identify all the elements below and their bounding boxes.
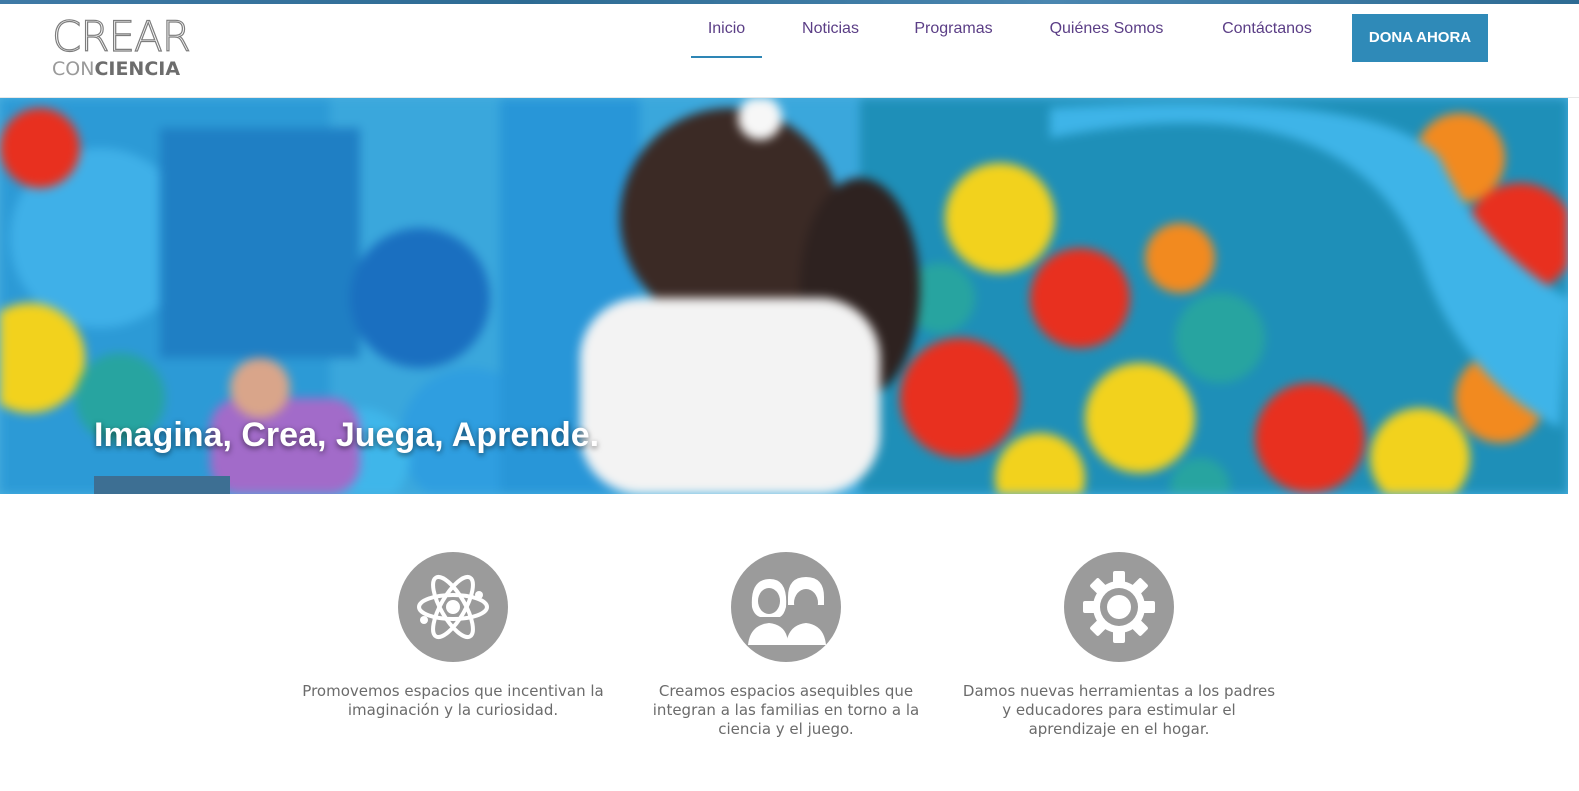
feature-tools: Damos nuevas herramientas a los padres y… bbox=[959, 552, 1279, 739]
logo-conciencia-text: CONCIENCIA bbox=[52, 58, 181, 80]
feature-text: Promovemos espacios que incentivan la im… bbox=[302, 682, 604, 719]
feature-families: Creamos espacios asequibles que integran… bbox=[626, 552, 946, 739]
nav-contactanos[interactable]: Contáctanos bbox=[1213, 4, 1321, 58]
nav-noticias[interactable]: Noticias bbox=[795, 4, 866, 58]
nav-quienes-somos[interactable]: Quiénes Somos bbox=[1041, 4, 1172, 58]
family-icon bbox=[731, 552, 841, 662]
site-logo[interactable]: CREAR CONCIENCIA bbox=[51, 12, 202, 80]
nav-inicio[interactable]: Inicio bbox=[691, 4, 762, 58]
hero-programas-button[interactable]: Programas bbox=[94, 476, 230, 494]
feature-text: Damos nuevas herramientas a los padres y… bbox=[962, 682, 1276, 738]
nav-programas[interactable]: Programas bbox=[908, 4, 999, 58]
hero-title: Imagina, Crea, Juega, Aprende. bbox=[94, 416, 600, 454]
hero-banner: Imagina, Crea, Juega, Aprende. Programas bbox=[0, 98, 1568, 494]
feature-text: Creamos espacios asequibles que integran… bbox=[652, 682, 920, 738]
logo-crear-text: CREAR bbox=[51, 12, 191, 61]
site-header: CREAR CONCIENCIA Inicio Noticias Program… bbox=[0, 4, 1579, 98]
feature-imagination: Promovemos espacios que incentivan la im… bbox=[293, 552, 613, 720]
donate-button[interactable]: DONA AHORA bbox=[1352, 14, 1488, 62]
atom-icon bbox=[398, 552, 508, 662]
gear-icon bbox=[1064, 552, 1174, 662]
